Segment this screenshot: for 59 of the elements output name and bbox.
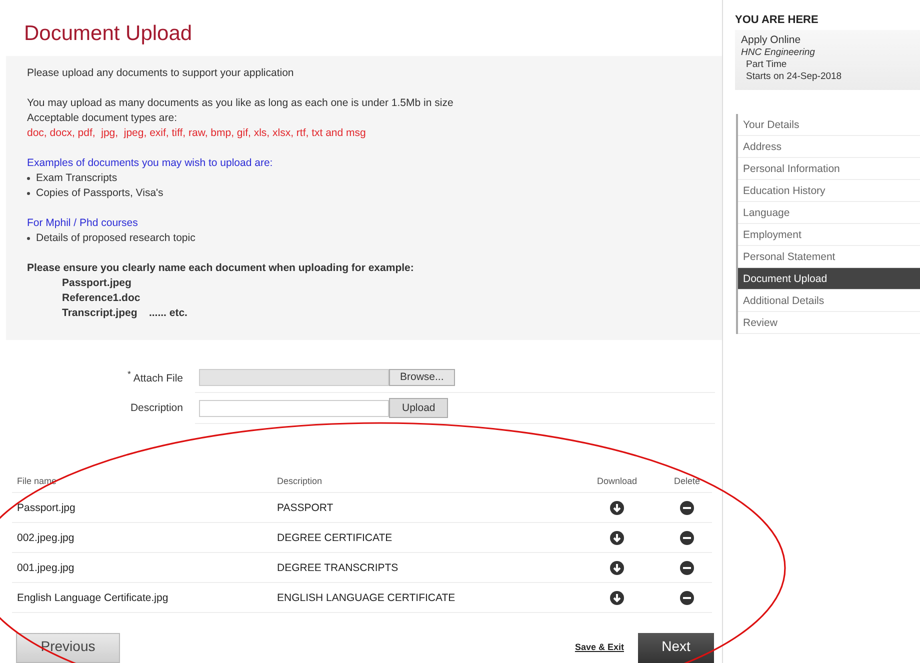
next-button[interactable]: Next	[638, 633, 714, 663]
intro-text: Please upload any documents to support your application	[27, 66, 295, 81]
download-icon	[610, 530, 624, 544]
delete-icon	[680, 530, 694, 544]
filename-example: Transcript.jpeg ...... etc.	[62, 306, 188, 321]
download-button[interactable]	[610, 590, 624, 604]
delete-button[interactable]	[680, 500, 694, 514]
page-title: Document Upload	[24, 22, 194, 46]
bullet-icon	[27, 177, 30, 180]
column-header: Delete	[674, 476, 700, 486]
delete-button[interactable]	[680, 560, 694, 574]
delete-icon	[680, 590, 694, 604]
breadcrumb-text: Starts on 24-Sep-2018	[746, 71, 843, 82]
file-name-cell: 002.jpeg.jpg	[17, 532, 74, 544]
size-note: You may upload as many documents as you like as long as each one is under 1.5Mb in size	[27, 96, 454, 111]
mphil-heading: For Mphil / Phd courses	[27, 216, 139, 231]
breadcrumb-text: HNC Engineering	[741, 47, 816, 58]
field-label: $^{*}$ Attach File	[126, 369, 184, 385]
description-cell: PASSPORT	[277, 502, 334, 514]
example-text: Copies of Passports, Visa's	[36, 186, 164, 201]
upload-button[interactable]: Upload	[389, 398, 448, 418]
step-item[interactable]: Document Upload	[738, 268, 920, 290]
sidebar-heading: YOU ARE HERE	[735, 14, 820, 26]
column-header: Download	[596, 476, 638, 486]
breadcrumb-text: Apply Online	[741, 34, 802, 46]
download-icon	[610, 500, 624, 514]
description-cell: ENGLISH LANGUAGE CERTIFICATE	[277, 592, 456, 604]
delete-icon	[680, 560, 694, 574]
field-label: Description	[129, 402, 184, 414]
delete-icon	[680, 500, 694, 514]
delete-button[interactable]	[680, 590, 694, 604]
file-name-cell: Passport.jpg	[17, 502, 76, 514]
download-button[interactable]	[610, 500, 624, 514]
filename-example: Passport.jpeg	[62, 276, 132, 291]
download-icon	[610, 560, 624, 574]
description-field[interactable]	[199, 400, 389, 416]
download-button[interactable]	[610, 530, 624, 544]
previous-button[interactable]: Previous	[16, 633, 120, 663]
example-text: Exam Transcripts	[36, 171, 118, 186]
breadcrumb-text: Part Time	[746, 59, 788, 70]
download-icon	[610, 590, 624, 604]
bullet-icon	[27, 192, 30, 195]
filename-example: Reference1.doc	[62, 291, 142, 306]
description-cell: DEGREE CERTIFICATE	[277, 532, 392, 544]
naming-note: Please ensure you clearly name each document when uploading for example:	[27, 261, 415, 276]
browse-button[interactable]: Browse...	[389, 368, 455, 386]
download-button[interactable]	[610, 560, 624, 574]
description-cell: DEGREE TRANSCRIPTS	[277, 562, 398, 574]
bullet-icon	[27, 237, 30, 240]
file-field[interactable]	[199, 368, 389, 386]
file-name-cell: 001.jpeg.jpg	[17, 562, 74, 574]
types-label: Acceptable document types are:	[27, 111, 178, 126]
column-header: Description	[277, 476, 322, 486]
example-text: Details of proposed research topic	[36, 231, 196, 246]
examples-heading: Examples of documents you may wish to upload are:	[27, 156, 274, 171]
save-exit-link[interactable]: Save & Exit	[574, 642, 624, 652]
file-types: doc, docx, pdf, jpg, jpeg, exif, tiff, raw, bmp, gif, xls, xlsx, rtf, txt and msg	[27, 126, 367, 141]
file-name-cell: English Language Certificate.jpg	[17, 592, 168, 604]
delete-button[interactable]	[680, 530, 694, 544]
